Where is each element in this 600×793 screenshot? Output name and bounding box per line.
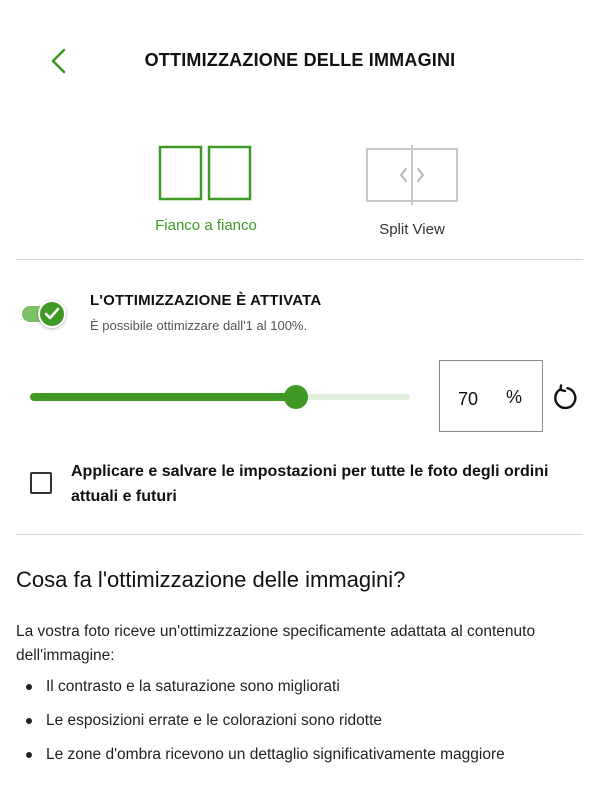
optimization-status-subtitle: È possibile ottimizzare dall'1 al 100%. (90, 318, 308, 333)
side-by-side-icon (158, 145, 252, 201)
list-item-text: Le esposizioni errate e le colorazioni s… (46, 712, 383, 729)
view-mode-selector: Fianco a fianco Split View (0, 145, 600, 245)
optimization-toggle-row: L'OTTIMIZZAZIONE È ATTIVATA È possibile … (0, 290, 600, 340)
split-view-option[interactable]: Split View (342, 145, 482, 238)
slider-thumb[interactable] (284, 385, 308, 409)
percentage-unit: % (506, 387, 523, 407)
info-heading: Cosa fa l'ottimizzazione delle immagini? (16, 567, 406, 592)
optimization-status-title: L'OTTIMIZZAZIONE È ATTIVATA (90, 292, 322, 309)
reset-button[interactable] (552, 384, 578, 410)
list-item-text: Le zone d'ombra ricevono un dettaglio si… (46, 746, 505, 763)
bullet-dot (26, 684, 32, 690)
reset-icon (554, 384, 577, 410)
split-view-label: Split View (379, 221, 445, 238)
list-item: Le zone d'ombra ricevono un dettaglio si… (16, 743, 596, 777)
percentage-value[interactable]: 70 (458, 389, 478, 410)
split-view-icon (366, 145, 458, 205)
list-item-text: Il contrasto e la saturazione sono migli… (46, 678, 340, 695)
side-by-side-label: Fianco a fianco (155, 217, 257, 234)
page-title: OTTIMIZZAZIONE DELLE IMMAGINI (144, 50, 456, 70)
benefits-list: Il contrasto e la saturazione sono migli… (16, 675, 596, 777)
apply-all-label[interactable]: Applicare e salvare le impostazioni per … (71, 459, 586, 509)
slider-fill (30, 393, 296, 401)
optimization-slider[interactable] (30, 385, 410, 409)
header: OTTIMIZZAZIONE DELLE IMMAGINI (0, 0, 600, 120)
bullet-dot (26, 752, 32, 758)
bullet-dot (26, 718, 32, 724)
side-by-side-option[interactable]: Fianco a fianco (136, 145, 276, 234)
apply-all-row: Applicare e salvare le impostazioni per … (0, 457, 600, 517)
divider (16, 259, 583, 260)
optimization-toggle[interactable] (20, 300, 68, 330)
optimization-slider-row: 70 % (0, 360, 600, 435)
checkmark-icon (44, 307, 60, 320)
list-item: Le esposizioni errate e le colorazioni s… (16, 709, 596, 743)
percentage-input[interactable]: 70 % (439, 360, 543, 432)
toggle-knob (38, 300, 66, 328)
list-item: Il contrasto e la saturazione sono migli… (16, 675, 596, 709)
apply-all-checkbox[interactable] (30, 472, 52, 494)
divider (16, 534, 583, 535)
info-description: La vostra foto riceve un'ottimizzazione … (16, 623, 536, 664)
